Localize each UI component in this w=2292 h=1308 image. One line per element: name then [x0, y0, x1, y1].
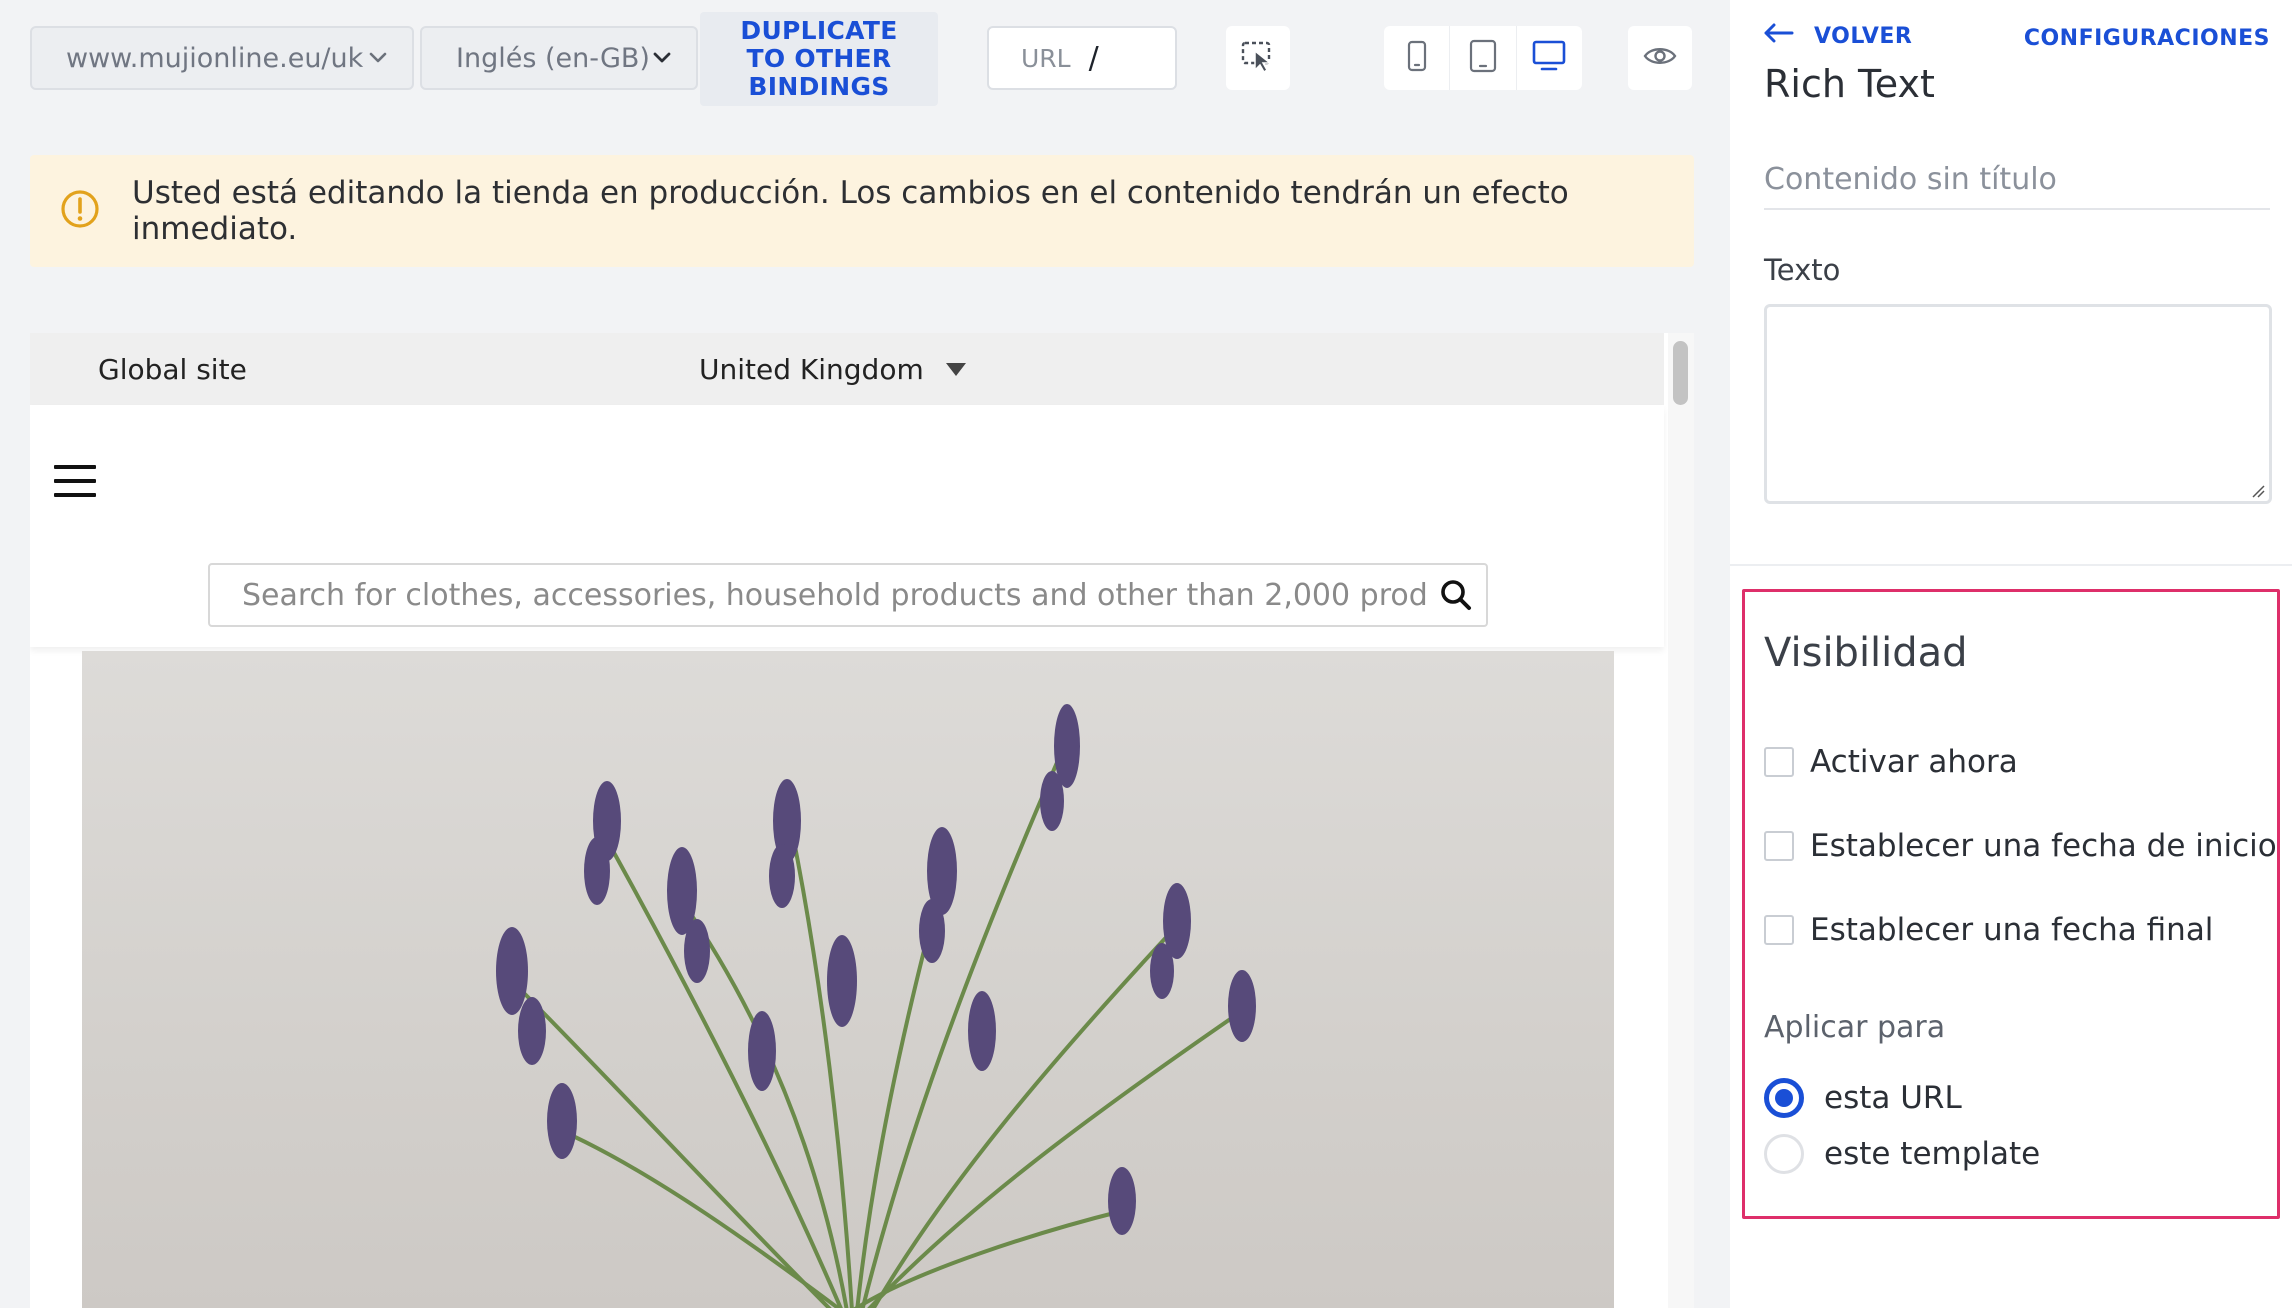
site-search-input[interactable]: Search for clothes, accessories, househo… [208, 563, 1488, 627]
url-label: URL [1021, 43, 1071, 73]
chevron-down-icon [652, 48, 672, 68]
radio-this-template[interactable]: este template [1764, 1134, 2040, 1174]
back-button[interactable]: VOLVER [1762, 22, 1912, 50]
radio-label: este template [1824, 1136, 2041, 1172]
desktop-view-button[interactable] [1517, 26, 1582, 90]
hero-image-lavender [82, 651, 1614, 1308]
lavender-illustration [496, 704, 1256, 1308]
warning-circle-icon [60, 189, 100, 233]
radio-this-url[interactable]: esta URL [1764, 1078, 1962, 1118]
checkbox-label: Establecer una fecha final [1810, 912, 2214, 948]
country-selector[interactable]: United Kingdom [699, 353, 966, 386]
select-element-button[interactable] [1226, 26, 1290, 90]
global-site-link[interactable]: Global site [98, 353, 247, 386]
checkbox-start-date[interactable]: Establecer una fecha de inicio [1764, 828, 2277, 864]
country-selector-label: United Kingdom [699, 352, 924, 386]
checkbox-label: Activar ahora [1810, 744, 2018, 780]
mobile-icon [1406, 40, 1428, 76]
checkbox-end-date[interactable]: Establecer una fecha final [1764, 912, 2213, 948]
visibility-highlight-box [1742, 589, 2280, 1219]
hamburger-menu-icon[interactable] [54, 465, 96, 501]
scrollbar-thumb[interactable] [1673, 341, 1688, 405]
resize-handle-icon[interactable] [2251, 483, 2265, 498]
visibility-title: Visibilidad [1764, 630, 1968, 676]
chevron-down-icon [368, 48, 388, 68]
text-field-label: Texto [1764, 253, 1841, 287]
checkbox[interactable] [1764, 747, 1794, 777]
store-preview: Global site United Kingdom Search for cl… [30, 333, 1694, 1308]
warning-text: Usted está editando la tienda en producc… [132, 175, 1569, 247]
cursor-select-icon [1240, 38, 1276, 78]
language-select[interactable]: Inglés (en-GB) [420, 26, 698, 90]
duplicate-button-label: DUPLICATE TO OTHER BINDINGS [740, 16, 898, 101]
duplicate-to-other-bindings-button[interactable]: DUPLICATE TO OTHER BINDINGS [700, 12, 938, 106]
desktop-icon [1532, 39, 1566, 77]
preview-scrollbar[interactable] [1668, 333, 1694, 1308]
text-area[interactable] [1764, 304, 2272, 504]
settings-link[interactable]: CONFIGURACIONES [2024, 26, 2270, 51]
site-header: Search for clothes, accessories, househo… [30, 405, 1664, 647]
domain-select-value: www.mujionline.eu/uk [66, 42, 364, 74]
radio-button[interactable] [1764, 1134, 1804, 1174]
search-icon[interactable] [1426, 578, 1486, 612]
mobile-view-button[interactable] [1384, 26, 1451, 90]
domain-select[interactable]: www.mujionline.eu/uk [30, 26, 414, 90]
radio-label: esta URL [1824, 1080, 1962, 1116]
preview-button[interactable] [1628, 26, 1692, 90]
url-value: / [1088, 40, 1099, 76]
checkbox-activate-now[interactable]: Activar ahora [1764, 744, 2018, 780]
triangle-down-icon [945, 362, 966, 376]
arrow-left-icon [1762, 22, 1794, 50]
radio-button-selected[interactable] [1764, 1078, 1804, 1118]
apply-for-label: Aplicar para [1764, 1010, 1946, 1045]
language-select-value: Inglés (en-GB) [456, 42, 650, 74]
device-switcher [1384, 26, 1582, 90]
content-title-placeholder: Contenido sin título [1764, 161, 2057, 197]
site-topbar: Global site United Kingdom [30, 333, 1664, 405]
production-warning-banner: Usted está editando la tienda en producc… [30, 155, 1694, 267]
settings-panel: VOLVER CONFIGURACIONES Rich Text Conteni… [1730, 0, 2292, 1308]
editor-toolbar: www.mujionline.eu/uk Inglés (en-GB) DUPL… [0, 0, 1730, 118]
section-divider [1730, 564, 2292, 566]
checkbox[interactable] [1764, 831, 1794, 861]
checkbox[interactable] [1764, 915, 1794, 945]
content-title-input[interactable]: Contenido sin título [1764, 150, 2270, 210]
back-button-label: VOLVER [1814, 23, 1913, 49]
url-field[interactable]: URL / [987, 26, 1177, 90]
tablet-icon [1469, 39, 1497, 77]
panel-title: Rich Text [1764, 62, 1935, 106]
eye-icon [1643, 44, 1677, 72]
checkbox-label: Establecer una fecha de inicio [1810, 828, 2277, 864]
search-placeholder: Search for clothes, accessories, househo… [242, 577, 1426, 613]
tablet-view-button[interactable] [1450, 26, 1517, 90]
